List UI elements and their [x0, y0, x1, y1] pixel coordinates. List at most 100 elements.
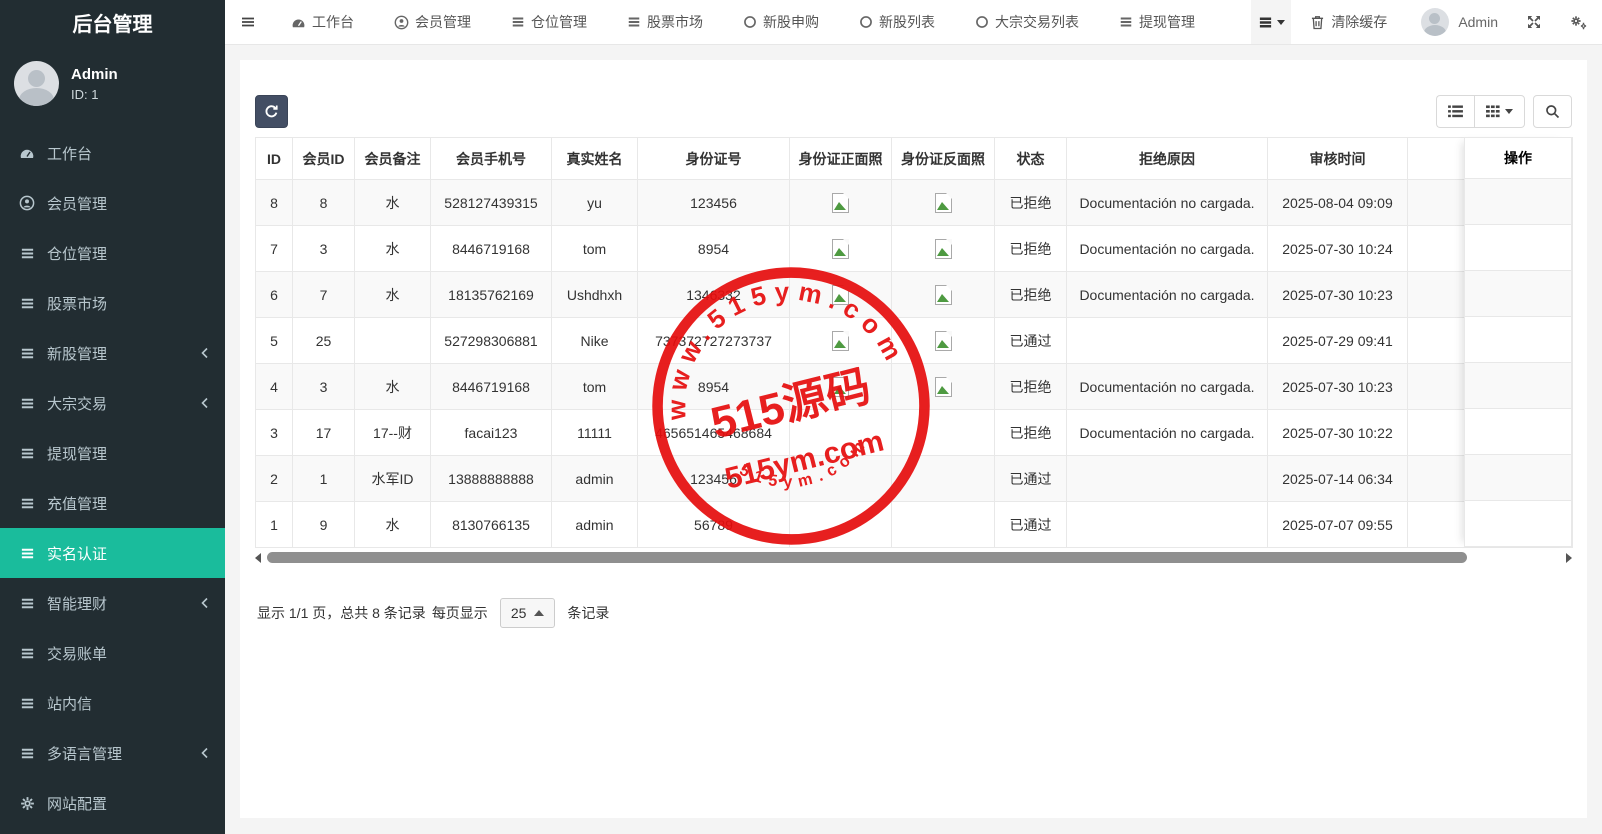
sidebar-item-recharge[interactable]: 充值管理	[0, 478, 225, 528]
sidebar-item-label: 会员管理	[47, 193, 107, 214]
sidebar-item-withdraw[interactable]: 提现管理	[0, 428, 225, 478]
chevron-left-icon	[200, 597, 209, 609]
tab-new-share-subscribe[interactable]: 新股申购	[723, 0, 839, 44]
per-page-value: 25	[511, 605, 527, 621]
navbar-tabs: 工作台 会员管理 仓位管理 股票市场 新股申购 新股列表 大宗交易列表 提现管	[271, 0, 1215, 44]
list-icon	[18, 696, 36, 711]
app-title: 后台管理	[0, 0, 225, 45]
broken-image-icon[interactable]	[935, 377, 952, 397]
broken-image-icon[interactable]	[832, 239, 849, 259]
tab-stock-market[interactable]: 股票市场	[607, 0, 723, 44]
tab-label: 股票市场	[647, 12, 703, 32]
list-view-button[interactable]	[1436, 95, 1474, 128]
sidebar-item-stock-market[interactable]: 股票市场	[0, 278, 225, 328]
clear-cache-button[interactable]: 清除缓存	[1291, 0, 1407, 44]
fullscreen-button[interactable]	[1512, 0, 1556, 44]
tab-members[interactable]: 会员管理	[374, 0, 491, 44]
tab-withdraw[interactable]: 提现管理	[1099, 0, 1215, 44]
gear-icon	[18, 796, 36, 811]
grid-icon	[1486, 105, 1500, 118]
sidebar-item-label: 充值管理	[47, 493, 107, 514]
sidebar-item-label: 网站配置	[47, 793, 107, 814]
avatar	[1421, 8, 1449, 36]
sidebar-item-label: 工作台	[47, 143, 92, 164]
table-row: 43水8446719168tom8954 已拒绝Documentación no…	[256, 364, 1573, 410]
list-icon	[18, 396, 36, 411]
navbar-user-menu[interactable]: Admin	[1407, 0, 1512, 44]
broken-image-icon[interactable]	[935, 331, 952, 351]
sidebar-item-realname-auth[interactable]: 实名认证	[0, 528, 225, 578]
broken-image-icon[interactable]	[832, 377, 849, 397]
status-text: 已拒绝	[995, 410, 1067, 456]
circle-icon	[975, 15, 989, 29]
list-icon	[511, 15, 525, 29]
sidebar-item-label: 新股管理	[47, 343, 107, 364]
status-text: 已拒绝	[995, 226, 1067, 272]
caret-down-icon	[1505, 109, 1513, 114]
search-button[interactable]	[1533, 95, 1572, 128]
sidebar: 后台管理 Admin ID: 1 工作台 会员管理 仓位管理 股票市场 新股管理	[0, 0, 225, 834]
broken-image-icon[interactable]	[935, 285, 952, 305]
view-toggle-group	[1436, 95, 1525, 128]
tab-label: 新股列表	[879, 12, 935, 32]
list-icon	[18, 296, 36, 311]
col-header-audit-time: 审核时间	[1268, 138, 1408, 180]
settings-button[interactable]	[1556, 0, 1602, 44]
user-id: ID: 1	[71, 87, 118, 102]
sidebar-item-new-shares[interactable]: 新股管理	[0, 328, 225, 378]
sidebar-item-trade-bills[interactable]: 交易账单	[0, 628, 225, 678]
avatar	[14, 61, 59, 106]
pagination-summary: 显示 1/1 页，总共 8 条记录	[257, 603, 426, 623]
refresh-icon	[264, 104, 279, 119]
list-icon	[18, 346, 36, 361]
tab-label: 仓位管理	[531, 12, 587, 32]
col-header-status: 状态	[995, 138, 1067, 180]
status-text: 已通过	[995, 502, 1067, 548]
scroll-right-arrow[interactable]	[1566, 553, 1572, 563]
broken-image-icon[interactable]	[935, 193, 952, 213]
list-icon	[18, 546, 36, 561]
tab-workbench[interactable]: 工作台	[271, 0, 374, 44]
broken-image-icon[interactable]	[832, 193, 849, 213]
tab-new-share-list[interactable]: 新股列表	[839, 0, 955, 44]
table-row: 525527298306881Nike737372727273737 已通过20…	[256, 318, 1573, 364]
search-icon	[1545, 104, 1560, 119]
sidebar-item-positions[interactable]: 仓位管理	[0, 228, 225, 278]
sidebar-item-smart-finance[interactable]: 智能理财	[0, 578, 225, 628]
circle-icon	[743, 15, 757, 29]
sidebar-toggle-button[interactable]	[225, 0, 271, 44]
broken-image-icon[interactable]	[832, 331, 849, 351]
sidebar-item-workbench[interactable]: 工作台	[0, 128, 225, 178]
trash-icon	[1311, 15, 1324, 30]
circle-icon	[859, 15, 873, 29]
col-header-back-photo: 身份证反面照	[892, 138, 995, 180]
sidebar-item-site-config[interactable]: 网站配置	[0, 778, 225, 828]
per-page-select[interactable]: 25	[500, 598, 556, 628]
table-row: 88水528127439315yu123456 已拒绝Documentación…	[256, 180, 1573, 226]
sidebar-item-site-message[interactable]: 站内信	[0, 678, 225, 728]
status-text: 已拒绝	[995, 364, 1067, 410]
broken-image-icon[interactable]	[935, 239, 952, 259]
columns-view-button[interactable]	[1474, 95, 1525, 128]
sidebar-item-members[interactable]: 会员管理	[0, 178, 225, 228]
per-page-label: 每页显示	[432, 603, 488, 623]
sidebar-item-block-trade[interactable]: 大宗交易	[0, 378, 225, 428]
sidebar-menu: 工作台 会员管理 仓位管理 股票市场 新股管理 大宗交易 提现管理	[0, 128, 225, 828]
list-icon	[18, 596, 36, 611]
sidebar-item-multilang[interactable]: 多语言管理	[0, 728, 225, 778]
refresh-button[interactable]	[255, 95, 288, 128]
list-view-icon	[1448, 105, 1463, 118]
chevron-left-icon	[200, 397, 209, 409]
menu-dropdown-button[interactable]	[1251, 0, 1291, 44]
status-text: 已拒绝	[995, 272, 1067, 318]
content-panel: ID 会员ID 会员备注 会员手机号 真实姓名 身份证号 身份证正面照 身份证反…	[240, 60, 1587, 818]
status-text: 已拒绝	[995, 180, 1067, 226]
tab-positions[interactable]: 仓位管理	[491, 0, 607, 44]
sidebar-item-label: 智能理财	[47, 593, 107, 614]
tab-block-trade-list[interactable]: 大宗交易列表	[955, 0, 1099, 44]
scroll-left-arrow[interactable]	[255, 553, 261, 563]
col-header-phone: 会员手机号	[431, 138, 552, 180]
broken-image-icon[interactable]	[832, 285, 849, 305]
scrollbar-thumb[interactable]	[267, 552, 1467, 563]
sidebar-item-label: 大宗交易	[47, 393, 107, 414]
